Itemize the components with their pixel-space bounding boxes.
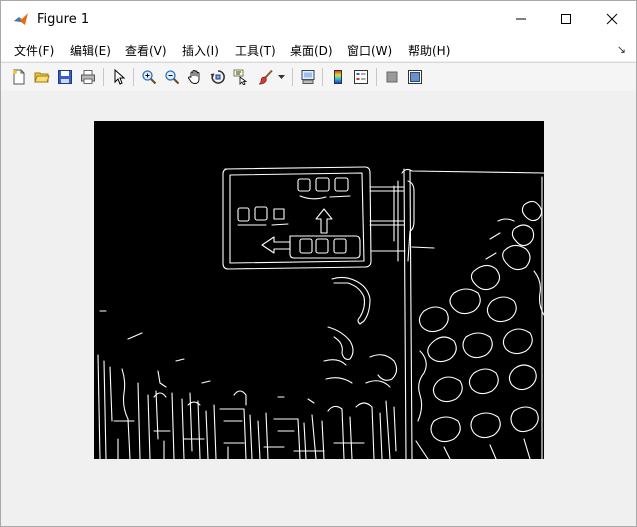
brush-icon bbox=[258, 69, 273, 85]
rotate-3d-icon bbox=[210, 70, 225, 84]
hide-plot-tools-icon bbox=[386, 71, 398, 83]
menu-help[interactable]: 帮助(H) bbox=[408, 42, 450, 59]
menu-edit[interactable]: 编辑(E) bbox=[70, 42, 111, 59]
edit-plot-button[interactable] bbox=[109, 67, 129, 87]
edit-plot-arrow-icon bbox=[114, 69, 126, 85]
legend-icon bbox=[354, 70, 368, 84]
link-plot-icon bbox=[301, 70, 315, 84]
colorbar-button[interactable] bbox=[328, 67, 348, 87]
brush-dropdown-button[interactable] bbox=[276, 67, 286, 87]
menu-bar: 文件(F) 编辑(E) 查看(V) 插入(I) 工具(T) 桌面(D) 窗口(W… bbox=[1, 37, 636, 61]
save-button[interactable] bbox=[55, 67, 75, 87]
show-plot-tools-icon bbox=[408, 70, 422, 84]
zoom-in-icon bbox=[142, 70, 157, 85]
zoom-out-icon bbox=[165, 70, 180, 85]
menu-view[interactable]: 查看(V) bbox=[125, 42, 167, 59]
matlab-logo-icon bbox=[14, 13, 28, 25]
new-figure-button[interactable] bbox=[9, 67, 29, 87]
title-bar[interactable]: Figure 1 bbox=[1, 1, 636, 37]
data-cursor-icon bbox=[233, 69, 248, 85]
toolbar-separator bbox=[292, 68, 293, 86]
hide-plot-tools-button[interactable] bbox=[382, 67, 402, 87]
colorbar-icon bbox=[334, 70, 342, 84]
open-file-icon bbox=[34, 72, 50, 83]
print-icon bbox=[81, 70, 95, 84]
rotate-3d-button[interactable] bbox=[208, 67, 228, 87]
minimize-button[interactable] bbox=[498, 1, 544, 37]
zoom-out-button[interactable] bbox=[162, 67, 182, 87]
legend-button[interactable] bbox=[351, 67, 371, 87]
toolbar-separator bbox=[133, 68, 134, 86]
menu-desktop[interactable]: 桌面(D) bbox=[290, 42, 333, 59]
maximize-icon bbox=[561, 14, 571, 24]
save-icon bbox=[58, 70, 72, 84]
menu-window[interactable]: 窗口(W) bbox=[347, 42, 392, 59]
toolbar-separator bbox=[322, 68, 323, 86]
menu-file[interactable]: 文件(F) bbox=[14, 42, 54, 59]
minimize-icon bbox=[516, 18, 526, 20]
zoom-in-button[interactable] bbox=[139, 67, 159, 87]
close-button[interactable] bbox=[589, 1, 635, 37]
print-button[interactable] bbox=[78, 67, 98, 87]
menu-tools[interactable]: 工具(T) bbox=[235, 42, 276, 59]
chevron-down-icon bbox=[277, 74, 285, 79]
pan-button[interactable] bbox=[185, 67, 205, 87]
brush-button[interactable] bbox=[256, 67, 276, 87]
data-cursor-button[interactable] bbox=[231, 67, 251, 87]
figure-window: Figure 1 文件(F) 编辑(E) 查看(V) 插入(I) 工具(T) 桌… bbox=[0, 0, 637, 527]
open-file-button[interactable] bbox=[32, 67, 52, 87]
edge-detected-image[interactable] bbox=[94, 121, 545, 460]
close-icon bbox=[606, 13, 618, 25]
new-figure-icon bbox=[13, 69, 25, 85]
show-plot-tools-button[interactable] bbox=[405, 67, 425, 87]
pan-hand-icon bbox=[188, 70, 200, 84]
figure-toolbar bbox=[1, 62, 636, 92]
toolbar-separator bbox=[376, 68, 377, 86]
window-title: Figure 1 bbox=[37, 12, 90, 27]
edge-image-canvas bbox=[97, 166, 545, 460]
maximize-button[interactable] bbox=[543, 1, 589, 37]
link-plot-button[interactable] bbox=[298, 67, 318, 87]
toolbar-separator bbox=[103, 68, 104, 86]
dock-figure-icon[interactable]: ↘ bbox=[617, 43, 626, 56]
menu-insert[interactable]: 插入(I) bbox=[182, 42, 219, 59]
